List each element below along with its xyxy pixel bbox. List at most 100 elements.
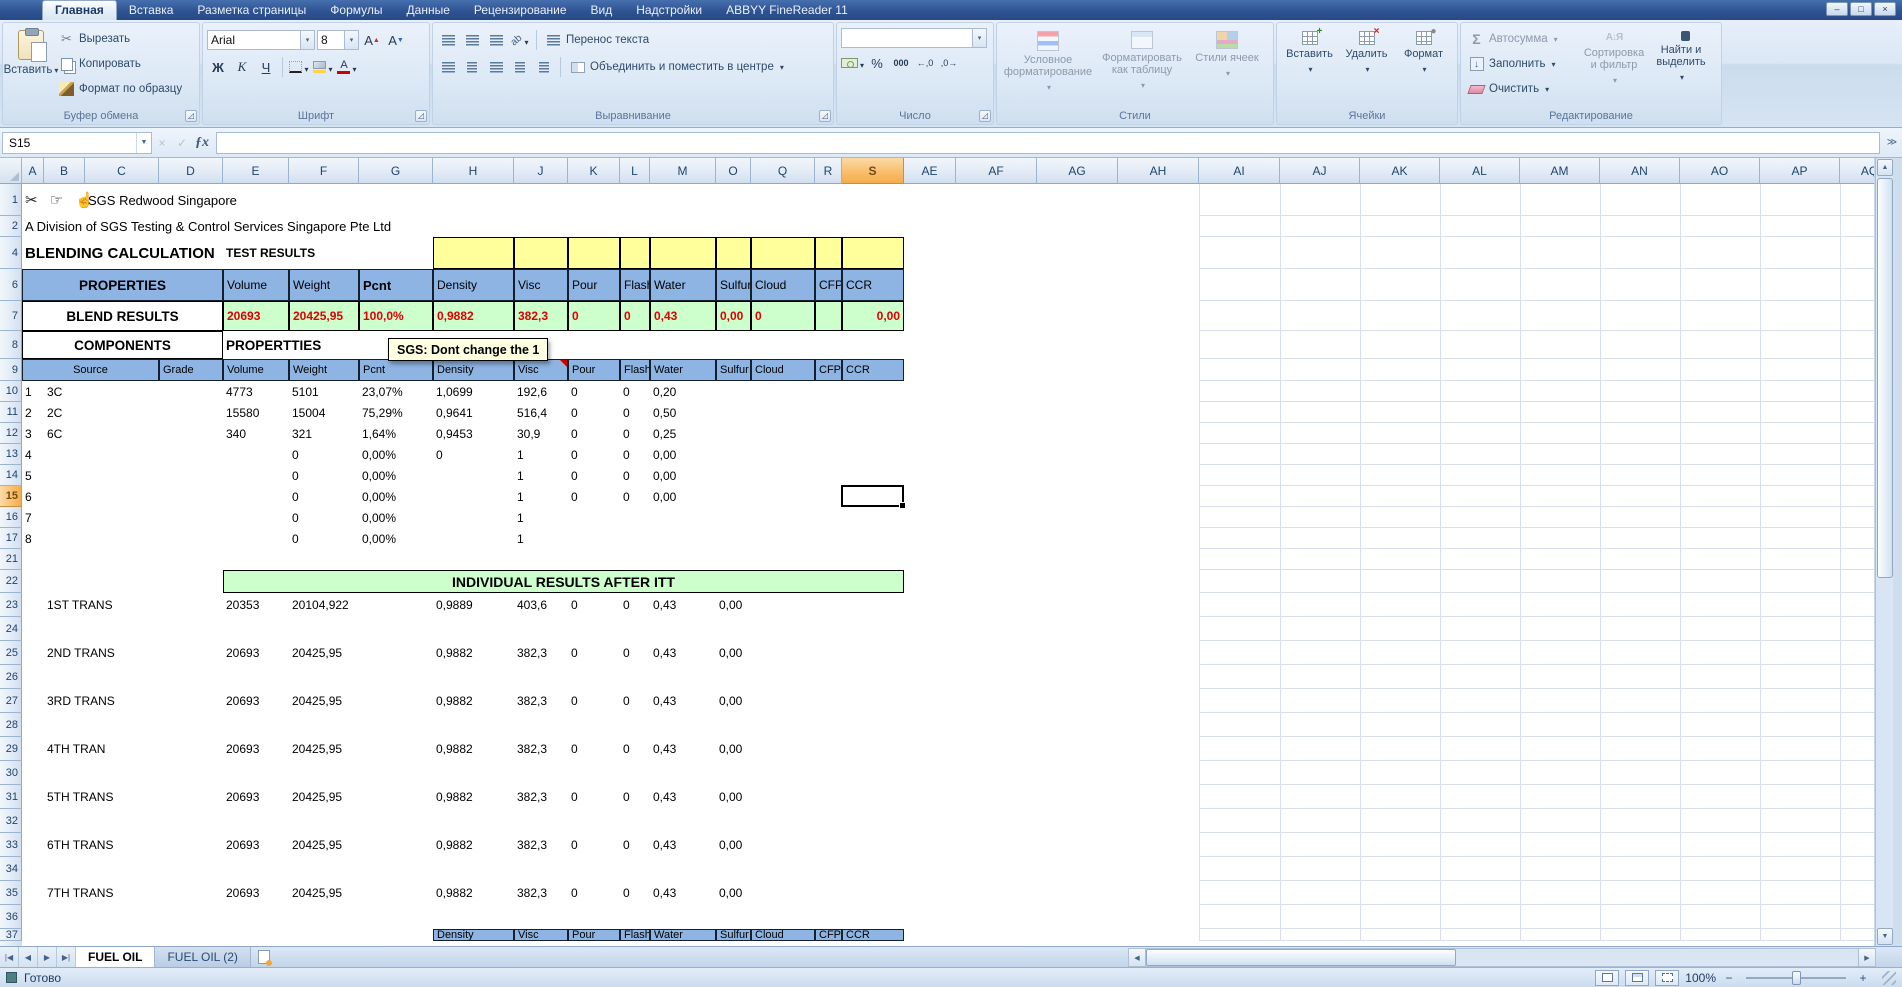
column-header-O[interactable]: O: [716, 158, 751, 184]
grid-cell[interactable]: 20353: [223, 593, 289, 617]
grid-cell[interactable]: Density: [433, 929, 514, 941]
grid-cell[interactable]: 0,00%: [359, 528, 433, 549]
grid-cell[interactable]: BLEND RESULTS: [22, 301, 223, 331]
grid-cell[interactable]: 0,00: [650, 486, 716, 507]
grid-cell[interactable]: Flash: [620, 929, 650, 941]
grid-cell[interactable]: 0,43: [650, 785, 716, 809]
grid-cell[interactable]: 321: [289, 423, 359, 444]
grid-cell[interactable]: 0: [620, 785, 650, 809]
grid-cell[interactable]: 0: [620, 689, 650, 713]
grid-cell[interactable]: 0,00: [716, 593, 751, 617]
grid-cell[interactable]: 2C: [44, 402, 85, 423]
grid-cell[interactable]: Weight: [289, 359, 359, 381]
shrink-font-button[interactable]: A▼: [385, 30, 407, 50]
clear-button[interactable]: Очистить: [1465, 78, 1581, 100]
grid-cell[interactable]: 0,00%: [359, 507, 433, 528]
grid-cell[interactable]: 0,43: [650, 301, 716, 331]
grid-cell[interactable]: 0,00: [716, 689, 751, 713]
grid-cell[interactable]: 0,50: [650, 402, 716, 423]
grid-cell[interactable]: 7: [22, 507, 44, 528]
comma-format-button[interactable]: 000: [890, 53, 912, 73]
grid-cell[interactable]: 0: [620, 881, 650, 905]
row-header-14[interactable]: 14: [0, 465, 22, 486]
grid-cell[interactable]: 20693: [223, 641, 289, 665]
copy-button[interactable]: Копировать: [55, 53, 185, 75]
grid-cell[interactable]: [568, 237, 620, 269]
grid-cell[interactable]: [433, 237, 514, 269]
grid-cell[interactable]: 192,6: [514, 381, 568, 402]
format-painter-button[interactable]: Формат по образцу: [55, 78, 185, 100]
row-header-16[interactable]: 16: [0, 507, 22, 528]
grid-cell[interactable]: Sulfur: [716, 929, 751, 941]
grid-cell[interactable]: 100,0%: [359, 301, 433, 331]
grid-cell[interactable]: CCR: [842, 359, 904, 381]
ribbon-tab[interactable]: ABBYY FineReader 11: [714, 1, 860, 20]
column-header-AI[interactable]: AI: [1199, 158, 1280, 184]
grid-cell[interactable]: Flash: [620, 359, 650, 381]
grid-cell[interactable]: 0: [568, 785, 620, 809]
format-as-table-button[interactable]: Форматировать как таблицу: [1095, 26, 1189, 108]
sheet-tab[interactable]: FUEL OIL (2): [155, 947, 250, 967]
grid-cell[interactable]: 382,3: [514, 833, 568, 857]
grid-cell[interactable]: 0,9882: [433, 833, 514, 857]
grid-cell[interactable]: Source: [22, 359, 159, 381]
row-header-2[interactable]: 2: [0, 216, 22, 237]
grid-cell[interactable]: 0,25: [650, 423, 716, 444]
grid-cell[interactable]: 0: [620, 833, 650, 857]
grid-cell[interactable]: COMPONENTS: [22, 331, 223, 359]
grow-font-button[interactable]: A▲: [361, 30, 383, 50]
grid-cell[interactable]: 3: [22, 423, 44, 444]
ribbon-tab[interactable]: Надстройки: [624, 1, 714, 20]
grid-cell[interactable]: Pcnt: [359, 359, 433, 381]
grid-cell[interactable]: 0: [568, 737, 620, 761]
insert-worksheet-button[interactable]: [251, 947, 277, 967]
grid-cell[interactable]: Cloud: [751, 929, 815, 941]
grid-cell[interactable]: Weight: [289, 269, 359, 301]
grid-cell[interactable]: 20693: [223, 737, 289, 761]
expand-formula-bar-icon[interactable]: ≫: [1884, 132, 1900, 154]
row-header-6[interactable]: 6: [0, 269, 22, 301]
alignment-dialog-launcher[interactable]: [819, 110, 831, 122]
column-header-K[interactable]: K: [568, 158, 620, 184]
grid-cell[interactable]: 0,9453: [433, 423, 514, 444]
grid-cell[interactable]: [716, 237, 751, 269]
horizontal-scrollbar[interactable]: ◀ ▶: [1128, 948, 1876, 967]
grid-cell[interactable]: 382,3: [514, 641, 568, 665]
grid-cell[interactable]: 1: [514, 465, 568, 486]
grid-cell[interactable]: 0,00: [716, 737, 751, 761]
grid-cell[interactable]: 0: [568, 402, 620, 423]
grid-cell[interactable]: 1: [22, 381, 44, 402]
grid-cell[interactable]: CFPP: [815, 359, 842, 381]
grid-cell[interactable]: 0,9882: [433, 881, 514, 905]
column-header-AO[interactable]: AO: [1680, 158, 1760, 184]
grid-cell[interactable]: 0,9882: [433, 641, 514, 665]
ribbon-tab[interactable]: Главная: [42, 0, 117, 20]
grid-cell[interactable]: CFPP: [815, 269, 842, 301]
grid-cell[interactable]: [514, 237, 568, 269]
grid-cell[interactable]: 0,9882: [433, 689, 514, 713]
autosum-button[interactable]: ΣАвтосумма: [1465, 28, 1581, 50]
orientation-button[interactable]: ab: [509, 30, 531, 50]
row-header-36[interactable]: 36: [0, 905, 22, 929]
grid-cell[interactable]: 0,9882: [433, 737, 514, 761]
grid-cell[interactable]: 0,43: [650, 689, 716, 713]
column-header-AQ[interactable]: AQ: [1840, 158, 1874, 184]
sheet-tab[interactable]: FUEL OIL: [76, 947, 155, 967]
row-header-37[interactable]: 37: [0, 929, 22, 941]
grid-cell[interactable]: Sulfur: [716, 359, 751, 381]
column-header-S[interactable]: S: [842, 158, 904, 184]
grid-cell[interactable]: 1,64%: [359, 423, 433, 444]
first-sheet-button[interactable]: |◀: [0, 947, 19, 967]
grid-cell[interactable]: 0,43: [650, 593, 716, 617]
grid-cell[interactable]: 0: [620, 381, 650, 402]
grid-cell[interactable]: 20425,95: [289, 737, 359, 761]
zoom-in-button[interactable]: +: [1856, 971, 1870, 985]
column-header-A[interactable]: A: [22, 158, 44, 184]
grid-cell[interactable]: 1ST TRANS: [44, 593, 159, 617]
column-header-AK[interactable]: AK: [1360, 158, 1440, 184]
grid-cell[interactable]: 0,00: [716, 833, 751, 857]
grid-cell[interactable]: 0,00: [716, 881, 751, 905]
font-size-select[interactable]: 8: [317, 30, 359, 50]
grid-cell[interactable]: 382,3: [514, 689, 568, 713]
row-header-32[interactable]: 32: [0, 809, 22, 833]
